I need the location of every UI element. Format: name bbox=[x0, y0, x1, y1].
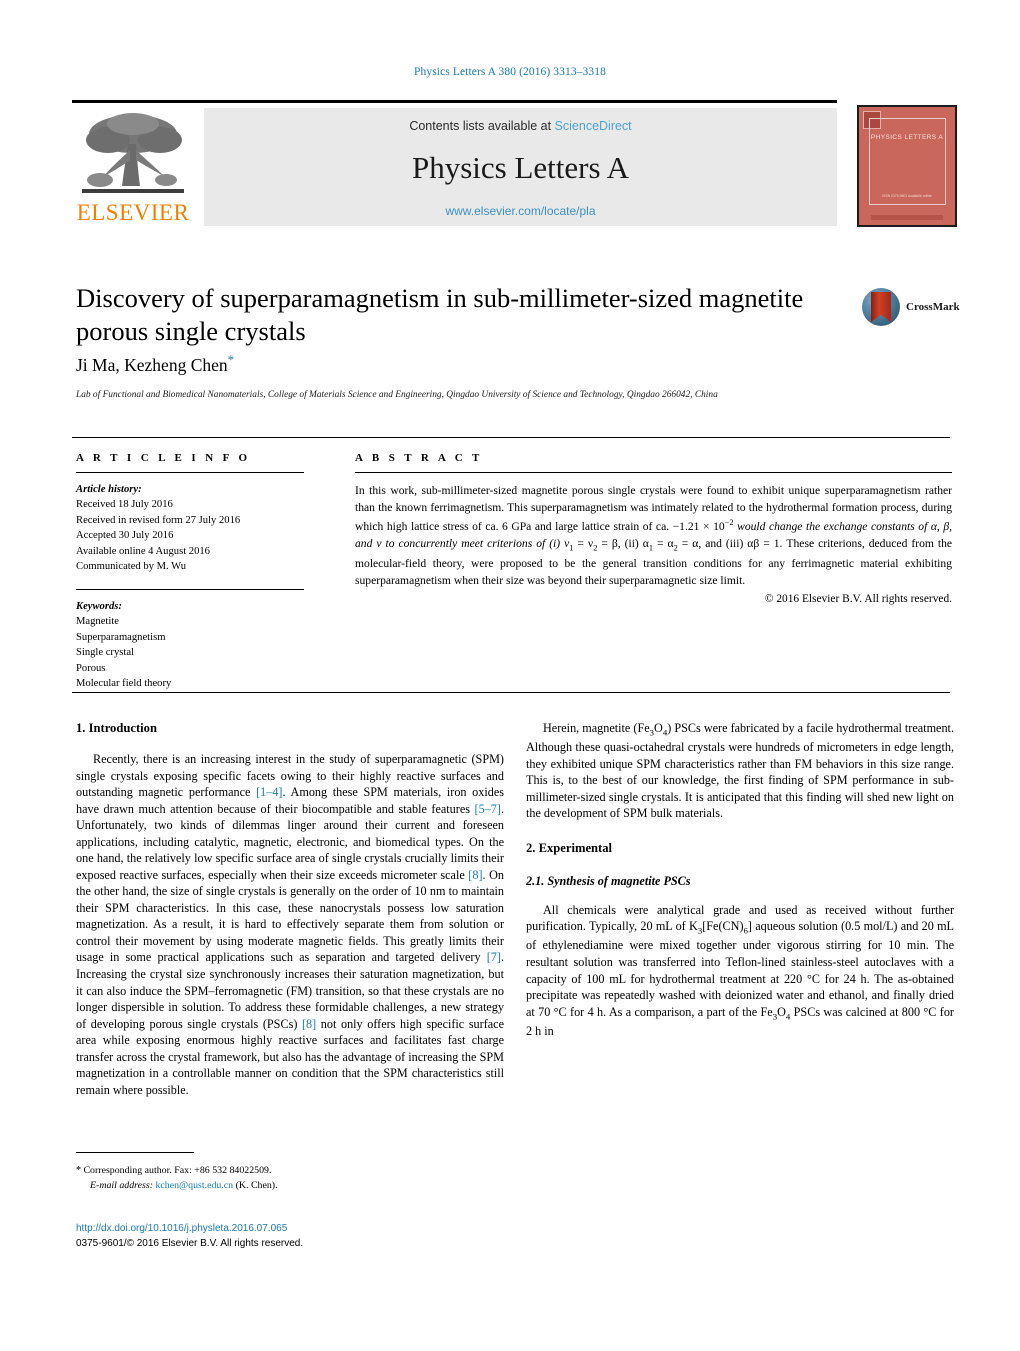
abstract-part: = β, (ii) α bbox=[597, 537, 649, 551]
history-item: Communicated by M. Wu bbox=[76, 561, 187, 573]
history-item: Received 18 July 2016 bbox=[76, 499, 173, 511]
keyword-item: Molecular field theory bbox=[76, 677, 172, 689]
citation-ref[interactable]: [7] bbox=[487, 950, 501, 964]
article-info-column: A R T I C L E I N F O Article history: R… bbox=[76, 452, 304, 691]
text-run: [Fe(CN) bbox=[702, 919, 744, 934]
footnote-email-line: E-mail address: kchen@qust.edu.cn (K. Ch… bbox=[76, 1179, 504, 1194]
crossmark-badge bbox=[862, 288, 900, 326]
paper-page: Physics Letters A 380 (2016) 3313–3318 E… bbox=[0, 0, 1020, 1351]
keyword-item: Magnetite bbox=[76, 616, 119, 628]
running-head: Physics Letters A 380 (2016) 3313–3318 bbox=[414, 66, 606, 78]
journal-cover-thumbnail[interactable]: PHYSICS LETTERS A ISSN 0375-9601 Availab… bbox=[857, 105, 957, 227]
elsevier-wordmark: ELSEVIER bbox=[76, 200, 190, 225]
text-run: O bbox=[777, 1004, 786, 1019]
page-title: Discovery of superparamagnetism in sub-m… bbox=[76, 283, 804, 346]
paragraph-herein: Herein, magnetite (Fe3O4) PSCs were fabr… bbox=[526, 720, 954, 822]
journal-title: Physics Letters A bbox=[412, 150, 629, 185]
citation-ref[interactable]: [1–4] bbox=[256, 785, 282, 799]
contents-prefix: Contents lists available at bbox=[409, 119, 555, 133]
abstract-part: = α bbox=[653, 537, 674, 551]
abstract-text: In this work, sub-millimeter-sized magne… bbox=[355, 482, 952, 590]
email-link[interactable]: kchen@qust.edu.cn bbox=[155, 1180, 233, 1191]
keywords-block: Keywords: Magnetite Superparamagnetism S… bbox=[76, 599, 304, 692]
title-block: Discovery of superparamagnetism in sub-m… bbox=[76, 282, 846, 347]
article-info-rule bbox=[76, 472, 304, 473]
abstract-column: A B S T R A C T In this work, sub-millim… bbox=[355, 452, 952, 605]
footnote-star: * bbox=[76, 1165, 81, 1176]
masthead-band: Contents lists available at ScienceDirec… bbox=[204, 108, 837, 226]
section-heading-introduction: 1. Introduction bbox=[76, 721, 157, 735]
journal-url-link[interactable]: www.elsevier.com/locate/pla bbox=[204, 204, 837, 218]
cover-inner-frame bbox=[869, 118, 946, 205]
contents-available-line: Contents lists available at ScienceDirec… bbox=[204, 119, 837, 133]
body-column-left: 1. Introduction Recently, there is an in… bbox=[76, 720, 504, 1098]
elsevier-tree-icon bbox=[78, 110, 188, 198]
citation-ref[interactable]: [5–7] bbox=[475, 802, 501, 816]
keyword-item: Single crystal bbox=[76, 647, 134, 659]
abstract-copyright: © 2016 Elsevier B.V. All rights reserved… bbox=[764, 592, 952, 605]
paragraph-chemicals: All chemicals were analytical grade and … bbox=[526, 902, 954, 1040]
elsevier-logo: ELSEVIER bbox=[72, 108, 194, 226]
abstract-part: = ν bbox=[573, 537, 594, 551]
abstract-rule bbox=[355, 472, 952, 473]
footnote-corresponding: * Corresponding author. Fax: +86 532 840… bbox=[76, 1163, 504, 1179]
cover-bottom-bar bbox=[871, 215, 943, 220]
history-item: Available online 4 August 2016 bbox=[76, 545, 210, 557]
info-band-top-rule bbox=[72, 437, 950, 438]
keywords-rule bbox=[76, 588, 304, 590]
author-names: Ji Ma, Kezheng Chen bbox=[76, 354, 228, 375]
subsection-heading-synthesis: 2.1. Synthesis of magnetite PSCs bbox=[526, 874, 691, 889]
abstract-exponent: −2 bbox=[724, 517, 734, 527]
cover-footline: ISSN 0375-9601 Available online bbox=[882, 193, 932, 198]
body-column-right: Herein, magnetite (Fe3O4) PSCs were fabr… bbox=[526, 720, 954, 1039]
keyword-item: Porous bbox=[76, 662, 106, 674]
crossmark-label: CrossMark bbox=[906, 301, 960, 313]
article-info-heading: A R T I C L E I N F O bbox=[76, 452, 251, 464]
doi-link[interactable]: http://dx.doi.org/10.1016/j.physleta.201… bbox=[76, 1222, 504, 1237]
article-history-block: Article history: Received 18 July 2016 R… bbox=[76, 482, 304, 575]
footnote-text: Corresponding author. Fax: +86 532 84022… bbox=[83, 1165, 272, 1176]
journal-masthead: ELSEVIER Contents lists available at Sci… bbox=[72, 100, 957, 230]
text-run: . On the other hand, the size of single … bbox=[76, 867, 504, 965]
article-history-label: Article history: bbox=[76, 484, 142, 495]
email-suffix: (K. Chen). bbox=[235, 1179, 278, 1191]
info-band-bottom-rule bbox=[72, 692, 950, 693]
text-run: O bbox=[654, 721, 663, 735]
masthead-top-rule bbox=[72, 100, 837, 103]
crossmark-icon[interactable]: CrossMark bbox=[862, 288, 960, 328]
text-run: ) PSCs were fabricated by a facile hydro… bbox=[526, 721, 954, 821]
abstract-heading: A B S T R A C T bbox=[355, 452, 483, 464]
footnote-block: * Corresponding author. Fax: +86 532 840… bbox=[76, 1163, 504, 1194]
footer-block: http://dx.doi.org/10.1016/j.physleta.201… bbox=[76, 1222, 504, 1251]
sciencedirect-link[interactable]: ScienceDirect bbox=[555, 119, 632, 133]
crossmark-bookmark-icon bbox=[871, 292, 891, 322]
affiliation: Lab of Functional and Biomedical Nanomat… bbox=[76, 390, 718, 400]
email-label: E-mail address: bbox=[90, 1179, 153, 1191]
issn-copyright-line: 0375-9601/© 2016 Elsevier B.V. All right… bbox=[76, 1237, 304, 1249]
citation-ref[interactable]: [8] bbox=[302, 1017, 316, 1031]
section-heading-experimental: 2. Experimental bbox=[526, 840, 613, 855]
footnote-rule bbox=[76, 1152, 194, 1154]
keyword-item: Superparamagnetism bbox=[76, 631, 166, 643]
cover-title: PHYSICS LETTERS A bbox=[870, 134, 944, 141]
text-run: Herein, magnetite (Fe bbox=[543, 721, 650, 735]
history-item: Accepted 30 July 2016 bbox=[76, 530, 174, 542]
keywords-label: Keywords: bbox=[76, 600, 122, 612]
citation-ref[interactable]: [8] bbox=[468, 868, 482, 882]
paragraph-introduction: Recently, there is an increasing interes… bbox=[76, 751, 504, 1098]
author-list: Ji Ma, Kezheng Chen* bbox=[76, 352, 234, 376]
corresponding-author-marker[interactable]: * bbox=[228, 352, 235, 367]
history-item: Received in revised form 27 July 2016 bbox=[76, 514, 241, 526]
